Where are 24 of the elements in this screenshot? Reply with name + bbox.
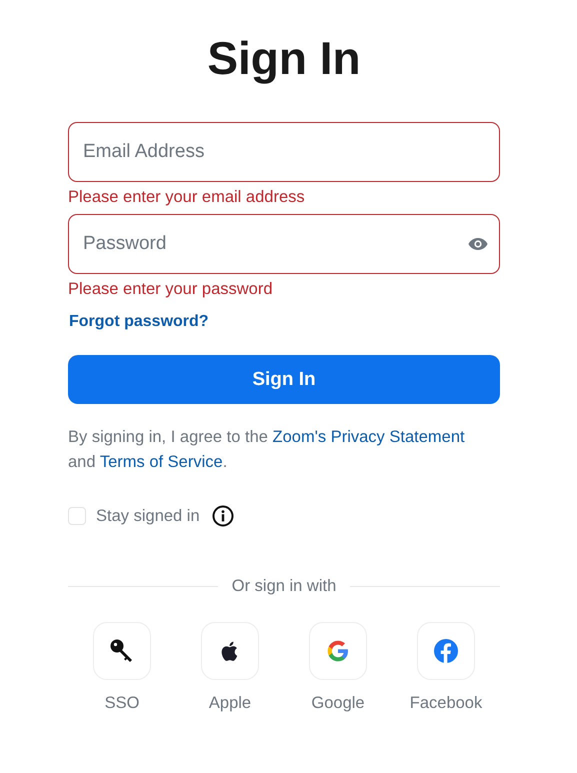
privacy-statement-link[interactable]: Zoom's Privacy Statement bbox=[272, 428, 465, 446]
key-icon bbox=[109, 638, 135, 664]
option-label: SSO bbox=[104, 694, 140, 713]
forgot-password-link[interactable]: Forgot password? bbox=[69, 312, 209, 332]
info-icon[interactable] bbox=[212, 505, 234, 527]
sign-in-option-button[interactable] bbox=[93, 622, 151, 680]
option-label: Google bbox=[311, 694, 365, 713]
facebook-logo-icon bbox=[433, 638, 459, 664]
checkbox-label: Stay signed in bbox=[96, 506, 200, 526]
terms-link[interactable]: Terms of Service bbox=[100, 453, 223, 471]
stay-signed-in-checkbox[interactable] bbox=[68, 507, 86, 525]
google-logo-icon bbox=[325, 638, 351, 664]
email-field[interactable]: Email Address bbox=[68, 122, 500, 182]
eye-icon[interactable] bbox=[468, 237, 488, 251]
sign-in-option-button[interactable] bbox=[201, 622, 259, 680]
option-label: Facebook bbox=[410, 694, 482, 713]
password-field[interactable]: Password bbox=[68, 214, 500, 274]
option-label: Apple bbox=[208, 694, 252, 713]
divider-label: Or sign in with bbox=[232, 577, 336, 596]
sign-in-button[interactable]: Sign In bbox=[68, 355, 500, 404]
agreement-text: By signing in, I agree to the Zoom's Privacy Statement and Terms of Service. bbox=[68, 427, 466, 473]
error-message: Please enter your password bbox=[68, 279, 274, 299]
error-message: Please enter your email address bbox=[68, 187, 306, 207]
page-title: Sign In bbox=[206, 31, 362, 86]
